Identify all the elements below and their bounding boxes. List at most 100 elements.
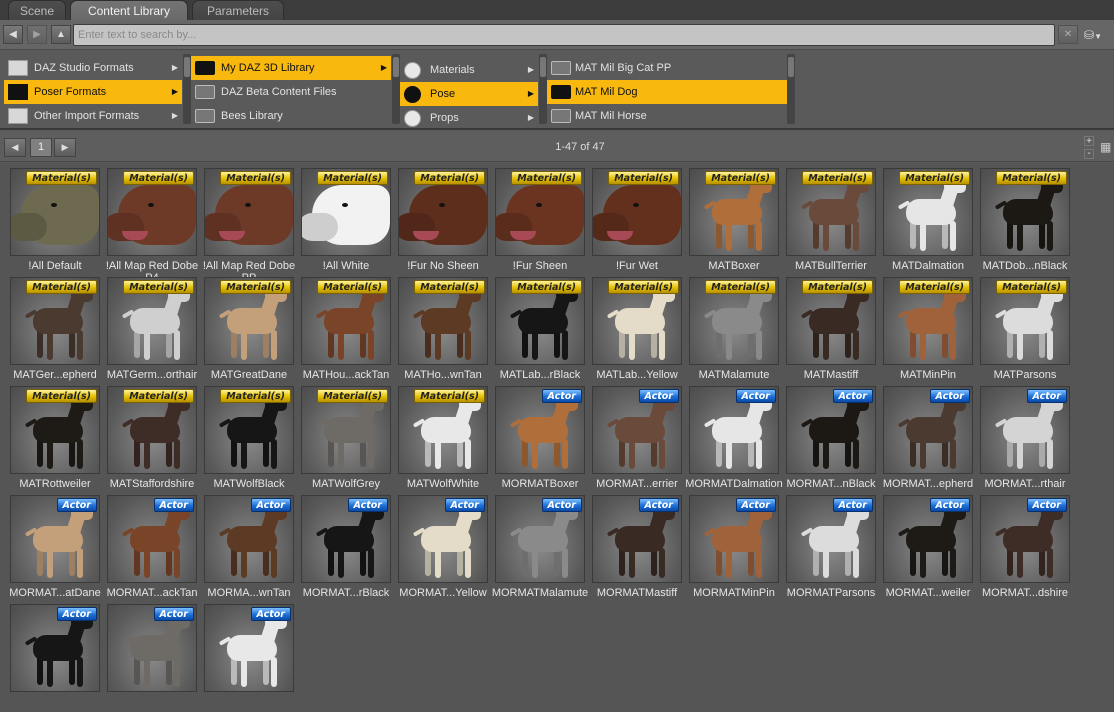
content-tile-label: !Fur No Sheen xyxy=(407,260,479,272)
content-tile-label: MATHo...wnTan xyxy=(404,369,482,381)
format-item-poser[interactable]: Poser Formats ▶ xyxy=(4,80,182,104)
content-tile[interactable]: Actor xyxy=(204,604,294,692)
content-tile[interactable]: Material(s) xyxy=(495,168,585,256)
content-tile[interactable]: Actor xyxy=(689,495,779,583)
clear-search-button[interactable]: ✕ xyxy=(1058,25,1078,44)
content-tile[interactable]: Actor xyxy=(495,386,585,474)
actor-badge: Actor xyxy=(56,498,97,512)
content-tile[interactable]: Material(s) xyxy=(980,168,1070,256)
content-tile[interactable]: Actor xyxy=(883,386,973,474)
content-tile[interactable]: Material(s) xyxy=(980,277,1070,365)
content-tile[interactable]: Material(s) xyxy=(10,168,100,256)
content-tile[interactable]: Material(s) xyxy=(107,168,197,256)
content-tile[interactable]: Material(s) xyxy=(883,277,973,365)
content-tile-label: MATHou...ackTan xyxy=(302,369,390,381)
page-number[interactable]: 1 xyxy=(30,138,52,157)
content-tile[interactable]: Actor xyxy=(10,604,100,692)
content-tile[interactable]: Actor xyxy=(980,386,1070,474)
actor-badge: Actor xyxy=(1026,498,1067,512)
content-tile[interactable]: Actor xyxy=(592,386,682,474)
content-tile[interactable]: Material(s) xyxy=(301,168,391,256)
content-tile[interactable]: Actor xyxy=(107,495,197,583)
material-badge: Material(s) xyxy=(414,389,485,403)
content-tile-label: !All White xyxy=(322,260,370,272)
minus-icon: - xyxy=(1087,148,1091,159)
column-splitter[interactable] xyxy=(392,54,400,124)
content-tile[interactable]: Material(s) xyxy=(592,277,682,365)
forward-button[interactable]: ▶ xyxy=(27,25,47,44)
tab-scene[interactable]: Scene xyxy=(8,0,66,20)
column-splitter[interactable] xyxy=(787,54,795,124)
content-tile[interactable]: Material(s) xyxy=(883,168,973,256)
content-tile-label: MORMAT...dshire xyxy=(982,587,1068,599)
content-tile[interactable]: Actor xyxy=(786,386,876,474)
content-tile[interactable]: Material(s) xyxy=(689,168,779,256)
zoom-in-button[interactable]: + xyxy=(1084,136,1094,147)
column-splitter[interactable] xyxy=(539,54,547,124)
category-item-label: Pose xyxy=(430,88,456,100)
up-button[interactable]: ▲ xyxy=(51,25,71,44)
category-item-props[interactable]: Props ▶ xyxy=(400,106,538,130)
next-page-button[interactable]: ▶ xyxy=(54,138,76,157)
zoom-out-button[interactable]: - xyxy=(1084,149,1094,159)
material-badge: Material(s) xyxy=(317,171,388,185)
library-item-bees[interactable]: Bees Library xyxy=(191,104,391,128)
content-tile[interactable]: Actor xyxy=(592,495,682,583)
view-mode-button[interactable]: ▦ xyxy=(1100,141,1112,153)
back-button[interactable]: ◀ xyxy=(3,25,23,44)
content-tile-label: MORMAT...rBlack xyxy=(302,587,390,599)
content-tile[interactable]: Actor xyxy=(10,495,100,583)
database-menu-button[interactable]: ⛁▼ xyxy=(1084,25,1112,45)
content-tile[interactable]: Material(s) xyxy=(107,386,197,474)
library-item-daz-beta[interactable]: DAZ Beta Content Files xyxy=(191,80,391,104)
content-tile-label: !All Default xyxy=(28,260,82,272)
content-tile[interactable]: Actor xyxy=(689,386,779,474)
content-tile-label: !Fur Sheen xyxy=(512,260,568,272)
content-tile[interactable]: Actor xyxy=(107,604,197,692)
folder-item-horse[interactable]: MAT Mil Horse xyxy=(547,104,787,128)
format-item-other-import[interactable]: Other Import Formats ▶ xyxy=(4,104,182,128)
content-tile[interactable]: Material(s) xyxy=(398,277,488,365)
material-badge: Material(s) xyxy=(705,280,776,294)
category-item-materials[interactable]: Materials ▶ xyxy=(400,58,538,82)
content-tile[interactable]: Material(s) xyxy=(689,277,779,365)
library-item-my-daz[interactable]: My DAZ 3D Library ▶ xyxy=(191,56,391,80)
content-tile-label: MORMA...wnTan xyxy=(207,587,291,599)
content-tile[interactable]: Material(s) xyxy=(592,168,682,256)
content-tile[interactable]: Actor xyxy=(495,495,585,583)
content-tile[interactable]: Material(s) xyxy=(10,277,100,365)
chevron-down-icon: ▼ xyxy=(1094,32,1102,41)
content-tile[interactable]: Actor xyxy=(980,495,1070,583)
prev-page-button[interactable]: ◀ xyxy=(4,138,26,157)
import-formats-icon xyxy=(8,108,30,124)
column-splitter[interactable] xyxy=(183,54,191,124)
content-tile[interactable]: Material(s) xyxy=(398,386,488,474)
format-item-daz-studio[interactable]: DAZ Studio Formats ▶ xyxy=(4,56,182,80)
content-tile[interactable]: Material(s) xyxy=(301,277,391,365)
material-badge: Material(s) xyxy=(26,280,97,294)
category-item-pose[interactable]: Pose ▶ xyxy=(400,82,538,106)
folder-item-mil-dog[interactable]: MAT Mil Dog xyxy=(547,80,787,104)
content-tile[interactable]: Material(s) xyxy=(204,386,294,474)
content-tile[interactable]: Material(s) xyxy=(204,168,294,256)
content-tile[interactable]: Actor xyxy=(301,495,391,583)
content-tile[interactable]: Material(s) xyxy=(10,386,100,474)
content-tile[interactable]: Material(s) xyxy=(495,277,585,365)
tab-content-library[interactable]: Content Library xyxy=(70,0,188,20)
content-tile[interactable]: Actor xyxy=(786,495,876,583)
content-tile[interactable]: Material(s) xyxy=(398,168,488,256)
content-tile[interactable]: Material(s) xyxy=(786,277,876,365)
content-tile[interactable]: Material(s) xyxy=(107,277,197,365)
content-tile-label: MATWolfGrey xyxy=(311,478,381,490)
content-tile[interactable]: Actor xyxy=(883,495,973,583)
content-tile[interactable]: Actor xyxy=(204,495,294,583)
actor-badge: Actor xyxy=(929,498,970,512)
content-tile[interactable]: Material(s) xyxy=(786,168,876,256)
content-tile[interactable]: Actor xyxy=(398,495,488,583)
search-input[interactable] xyxy=(73,24,1055,46)
tab-parameters[interactable]: Parameters xyxy=(192,0,284,20)
content-tile[interactable]: Material(s) xyxy=(204,277,294,365)
folder-item-big-cat[interactable]: MAT Mil Big Cat PP xyxy=(547,56,787,80)
plus-icon: + xyxy=(1086,136,1092,147)
content-tile[interactable]: Material(s) xyxy=(301,386,391,474)
